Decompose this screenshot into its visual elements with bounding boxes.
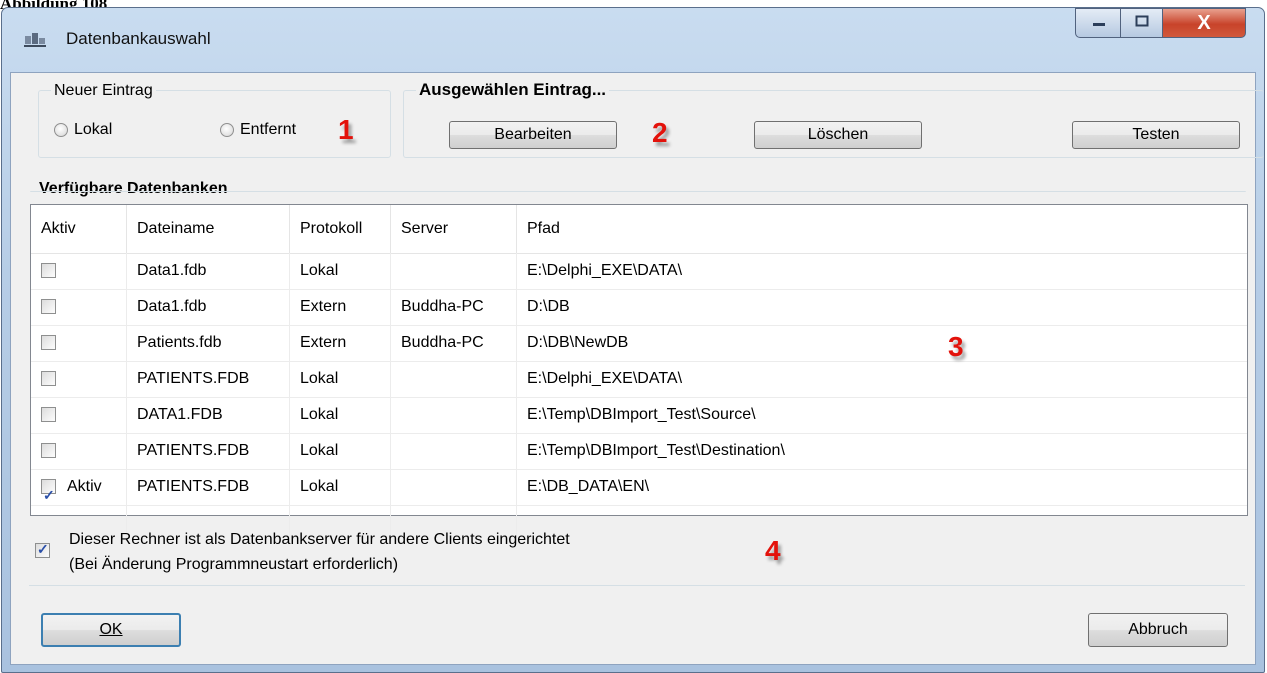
cell-pfad: D:\DB [527, 298, 570, 315]
cell-dateiname: PATIENTS.FDB [127, 361, 290, 397]
window-title: Datenbankauswahl [66, 29, 211, 48]
ok-button-label: OK [99, 621, 123, 638]
group-label-neuer-eintrag: Neuer Eintrag [51, 82, 156, 100]
cell-server [391, 397, 517, 433]
cell-aktiv [31, 289, 127, 325]
radio-entfernt-dot[interactable] [220, 123, 234, 137]
cell-server: Buddha-PC [391, 289, 517, 325]
abbruch-button-label: Abbruch [1128, 621, 1188, 638]
testen-button[interactable]: Testen [1072, 121, 1240, 149]
cell-pfad: E:\Delphi_EXE\DATA\ [527, 370, 683, 387]
cell-dateiname: DATA1.FDB [127, 397, 290, 433]
cell-dateiname: Data1.fdb [127, 253, 290, 289]
cell-aktiv: Aktiv [31, 469, 127, 513]
minimize-icon [1092, 14, 1106, 32]
radio-lokal[interactable]: Lokal [54, 121, 112, 139]
radio-lokal-label: Lokal [74, 121, 113, 138]
cell-pfad: D:\DB\NewDB [527, 334, 629, 351]
abbruch-button[interactable]: Abbruch [1088, 613, 1228, 647]
table-row[interactable]: Data1.fdb Extern Buddha-PC D:\DB [31, 289, 1247, 326]
cell-aktiv [31, 397, 127, 433]
close-button[interactable]: X [1162, 8, 1246, 38]
cell-dateiname: PATIENTS.FDB [127, 433, 290, 469]
row-checkbox[interactable] [41, 477, 56, 513]
aktiv-label: Aktiv [67, 478, 102, 495]
cell-protokoll: Lokal [290, 469, 391, 505]
cell-protokoll: Lokal [290, 397, 391, 433]
group-datenbanken [30, 191, 1246, 193]
radio-entfernt-label: Entfernt [240, 121, 297, 138]
column-header-pfad[interactable]: Pfad [517, 205, 1247, 253]
ok-button[interactable]: OK [41, 613, 181, 647]
maximize-icon [1135, 14, 1149, 32]
dialog-client: Neuer Eintrag Lokal Entfernt 1 Ausgewähl… [10, 72, 1264, 665]
cell-server [391, 433, 517, 469]
column-header-protokoll[interactable]: Protokoll [290, 205, 391, 253]
cell-protokoll: Lokal [290, 253, 391, 289]
annotation-2: 2 [652, 117, 668, 148]
cell-server [391, 253, 517, 289]
row-checkbox[interactable] [41, 299, 56, 314]
table-row[interactable]: DATA1.FDB Lokal E:\Temp\DBImport_Test\Sour… [31, 397, 1247, 434]
radio-lokal-dot[interactable] [54, 123, 68, 137]
server-option-line1: Dieser Rechner ist als Datenbankserver f… [69, 531, 570, 548]
group-label-ausgewaehlt: Ausgewählen Eintrag... [416, 80, 610, 100]
maximize-button[interactable] [1120, 8, 1164, 38]
row-checkbox[interactable] [41, 407, 56, 422]
cell-pfad: E:\DB_DATA\EN\ [527, 478, 650, 495]
table-row[interactable]: PATIENTS.FDB Lokal E:\Delphi_EXE\DATA\ [31, 361, 1247, 398]
cell-pfad: E:\Delphi_EXE\DATA\ [527, 262, 683, 279]
server-option-label: Dieser Rechner ist als Datenbankserver f… [69, 527, 570, 577]
annotation-3: 3 [948, 331, 964, 362]
minimize-button[interactable] [1075, 8, 1122, 38]
cell-dateiname: Patients.fdb [127, 325, 290, 361]
cell-aktiv [31, 361, 127, 397]
cell-pfad: E:\Temp\DBImport_Test\Source\ [527, 406, 756, 423]
cell-aktiv [31, 325, 127, 361]
close-icon: X [1197, 11, 1211, 34]
cell-server: Buddha-PC [391, 325, 517, 361]
list-header: Aktiv Dateiname Protokoll Server Pfad [31, 205, 1247, 254]
cell-pfad: E:\Temp\DBImport_Test\Destination\ [527, 442, 785, 459]
cell-protokoll: Lokal [290, 433, 391, 469]
radio-entfernt[interactable]: Entfernt [220, 121, 296, 139]
table-row[interactable]: PATIENTS.FDB Lokal E:\Temp\DBImport_Test\D… [31, 433, 1247, 470]
table-row[interactable]: Data1.fdb Lokal E:\Delphi_EXE\DATA\ [31, 253, 1247, 290]
cell-server [391, 469, 517, 505]
row-checkbox[interactable] [41, 443, 56, 458]
cell-aktiv [31, 253, 127, 289]
dialog-window: Datenbankauswahl X Neuer Eintrag Lokal E… [1, 7, 1265, 673]
annotation-1: 1 [338, 114, 354, 145]
database-icon [24, 30, 46, 48]
row-checkbox[interactable] [41, 335, 56, 350]
section-title-datenbanken: Verfügbare Datenbanken [39, 180, 228, 197]
server-option-line2: (Bei Änderung Programmneustart erforderl… [69, 556, 399, 573]
table-row[interactable]: Aktiv PATIENTS.FDBLokal E:\DB_DATA\EN\ [31, 469, 1247, 513]
column-header-aktiv[interactable]: Aktiv [31, 205, 127, 253]
column-header-server[interactable]: Server [391, 205, 517, 253]
title-bar[interactable]: Datenbankauswahl X [2, 8, 1264, 72]
database-list[interactable]: Aktiv Dateiname Protokoll Server Pfad Da… [30, 204, 1248, 541]
bearbeiten-button[interactable]: Bearbeiten [449, 121, 617, 149]
cell-protokoll: Extern [290, 289, 391, 325]
table-row[interactable]: Patients.fdb Extern Buddha-PC D:\DB\NewDB [31, 325, 1247, 362]
row-checkbox[interactable] [41, 371, 56, 386]
cell-protokoll: Lokal [290, 361, 391, 397]
cell-dateiname: Data1.fdb [127, 289, 290, 325]
cell-protokoll: Extern [290, 325, 391, 361]
cell-aktiv [31, 433, 127, 469]
divider [29, 585, 1245, 586]
loeschen-button[interactable]: Löschen [754, 121, 922, 149]
annotation-4: 4 [765, 535, 781, 566]
row-checkbox[interactable] [41, 263, 56, 278]
server-option-checkbox[interactable] [35, 541, 50, 558]
cell-server [391, 361, 517, 397]
cell-dateiname: PATIENTS.FDB [127, 469, 290, 505]
column-header-dateiname[interactable]: Dateiname [127, 205, 290, 253]
